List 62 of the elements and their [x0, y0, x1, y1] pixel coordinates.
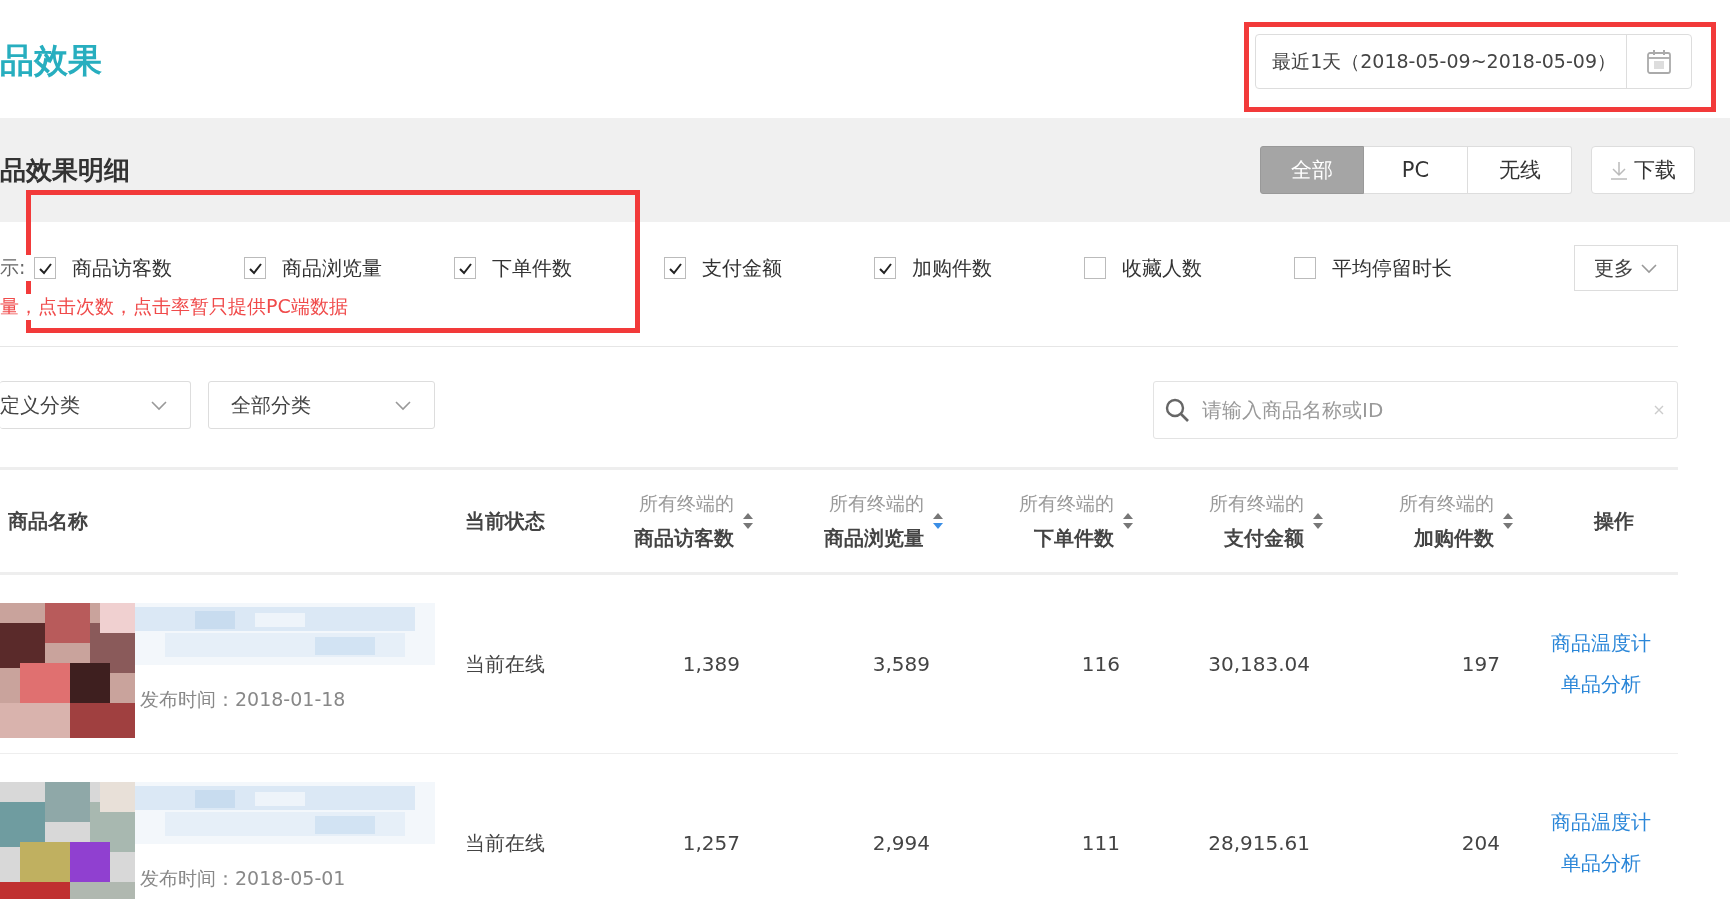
notice-text: 量，点击次数，点击率暂只提供PC端数据 — [0, 294, 348, 320]
column-caption: 所有终端的 — [828, 490, 924, 516]
section-title: 品效果明细 — [0, 153, 131, 187]
table-cell-text: 111 — [1080, 831, 1121, 855]
search-icon — [1165, 398, 1189, 422]
publish-date: 发布时间：2018-01-18 — [139, 687, 347, 712]
search-field[interactable]: 请输入商品名称或ID — [1153, 381, 1678, 439]
category-dropdown[interactable]: 定义分类 — [0, 381, 191, 429]
table-cell-text: 3,589 — [871, 652, 931, 676]
column-caption: 所有终端的 — [638, 490, 734, 516]
checkmark-icon — [667, 261, 683, 275]
table-cell-text: 当前在线 — [464, 829, 546, 857]
table-cell-text: 1,257 — [681, 831, 741, 855]
metric-checkbox[interactable]: 商品浏览量 — [244, 254, 454, 282]
table-cell-text: 28,915.61 — [1207, 831, 1311, 855]
checkmark-icon — [247, 261, 263, 275]
metric-checkbox[interactable]: 支付金额 — [664, 254, 874, 282]
table-cell-text: 2,994 — [871, 831, 931, 855]
publish-date: 发布时间：2018-05-01 — [139, 866, 347, 891]
column-header: 操作 — [1594, 508, 1634, 533]
chevron-down-icon — [1640, 262, 1658, 274]
table-cell-text: 当前在线 — [464, 650, 546, 678]
column-header: 商品浏览量 — [824, 524, 924, 552]
action-link[interactable]: 单品分析 — [1561, 671, 1641, 698]
terminal-tab[interactable]: 无线 — [1468, 146, 1572, 194]
table-cell-text: 1,389 — [681, 652, 741, 676]
column-caption: 所有终端的 — [1209, 490, 1304, 516]
column-header: 下单件数 — [1033, 524, 1114, 552]
chevron-down-icon — [394, 399, 412, 411]
table-cell-text: 197 — [1460, 652, 1501, 676]
action-link[interactable]: 商品温度计 — [1551, 809, 1651, 836]
more-dropdown[interactable]: 更多 — [1574, 245, 1678, 291]
column-header: 加购件数 — [1413, 524, 1494, 552]
column-header: 商品名称 — [8, 508, 88, 533]
column-header: 当前状态 — [465, 508, 545, 533]
table-cell-text: 116 — [1080, 652, 1121, 676]
table-cell-text: 30,183.04 — [1207, 652, 1311, 676]
metric-checkbox[interactable]: 收藏人数 — [1084, 254, 1294, 282]
metric-checkbox[interactable]: 商品访客数 — [34, 254, 244, 282]
column-header: 支付金额 — [1223, 524, 1304, 552]
checkmark-icon — [37, 261, 53, 275]
date-range-picker[interactable]: 最近1天（2018-05-09~2018-05-09） — [1255, 34, 1692, 89]
download-icon — [1610, 160, 1628, 180]
checkmark-icon — [877, 261, 893, 275]
column-caption: 所有终端的 — [1019, 490, 1114, 516]
metric-checkbox[interactable]: 加购件数 — [874, 254, 1084, 282]
metrics-label: 示: — [0, 255, 34, 281]
action-link[interactable]: 商品温度计 — [1551, 630, 1651, 657]
column-header: 商品访客数 — [634, 524, 734, 552]
metric-checkbox[interactable]: 平均停留时长 — [1294, 254, 1504, 282]
terminal-tab[interactable]: PC — [1364, 146, 1468, 194]
page-title: 品效果 — [0, 39, 102, 82]
chevron-down-icon — [150, 399, 168, 411]
download-button[interactable]: 下载 — [1591, 146, 1695, 194]
checkmark-icon — [457, 261, 473, 275]
calendar-icon — [1646, 48, 1672, 75]
category-dropdown[interactable]: 全部分类 — [208, 381, 435, 429]
column-caption: 所有终端的 — [1399, 490, 1494, 516]
metric-checkbox[interactable]: 下单件数 — [454, 254, 664, 282]
table-cell-text: 204 — [1460, 831, 1501, 855]
action-link[interactable]: 单品分析 — [1561, 850, 1641, 877]
clear-icon — [1654, 405, 1664, 415]
